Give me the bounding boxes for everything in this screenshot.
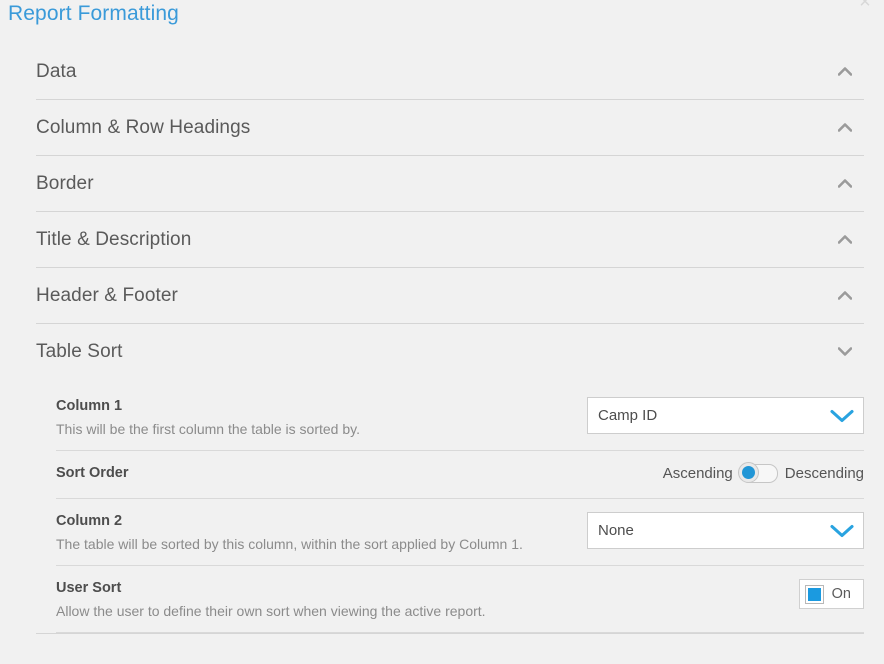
chevron-down-icon[interactable] [821,513,863,548]
setting-label-column-1: Column 1 [56,398,123,414]
section-header-header-footer[interactable]: Header & Footer [36,268,864,323]
page-title: Report Formatting [8,2,179,25]
column-2-select[interactable]: None [587,512,864,549]
section-title-data: Data [36,60,77,82]
setting-control-column-1: Camp ID [587,397,864,434]
section-title-header-footer: Header & Footer [36,284,178,306]
chevron-down-icon[interactable] [834,341,856,363]
setting-description-column-2: The table will be sorted by this column,… [56,536,523,552]
checkbox-checked-icon[interactable] [804,584,824,604]
setting-text-column-2: Column 2 The table will be sorted by thi… [56,512,523,554]
section-table-sort: Table Sort Column 1 This will be the fir… [36,324,864,634]
chevron-up-icon[interactable] [834,173,856,195]
section-title-column-row-headings: Column & Row Headings [36,116,251,138]
setting-text-user-sort: User Sort Allow the user to define their… [56,579,486,621]
chevron-up-icon[interactable] [834,229,856,251]
section-title-description: Title & Description [36,212,864,268]
setting-label-user-sort: User Sort [56,580,122,596]
setting-row-sort-order: Sort Order Ascending Descending [56,451,864,499]
section-title-border: Border [36,172,94,194]
setting-text-column-1: Column 1 This will be the first column t… [56,397,360,439]
section-title-title-description: Title & Description [36,228,192,250]
section-border: Border [36,156,864,212]
setting-control-sort-order: Ascending Descending [663,462,864,483]
column-2-select-value: None [598,522,634,539]
section-title-table-sort: Table Sort [36,340,123,362]
sort-order-switch-group: Ascending Descending [663,462,864,483]
setting-description-column-1: This will be the first column the table … [56,421,360,437]
setting-text-sort-order: Sort Order [56,464,129,487]
settings-accordion: Data Column & Row Headings Border Title … [36,44,864,634]
section-data: Data [36,44,864,100]
section-header-border[interactable]: Border [36,156,864,211]
user-sort-toggle-label: On [831,586,851,602]
section-header-table-sort[interactable]: Table Sort [36,324,864,379]
section-header-column-row-headings[interactable]: Column & Row Headings [36,100,864,155]
column-1-select[interactable]: Camp ID [587,397,864,434]
setting-row-column-2: Column 2 The table will be sorted by thi… [56,499,864,566]
section-header-title-description[interactable]: Title & Description [36,212,864,267]
user-sort-toggle[interactable]: On [798,579,864,609]
section-column-row-headings: Column & Row Headings [36,100,864,156]
setting-label-column-2: Column 2 [56,513,123,529]
column-1-select-value: Camp ID [598,407,658,424]
close-icon[interactable]: × [854,0,876,13]
report-formatting-dialog: × Report Formatting Data Column & Row He… [0,0,884,664]
section-header-data[interactable]: Data [36,44,864,99]
sort-order-option-descending[interactable]: Descending [785,465,864,482]
chevron-down-icon[interactable] [821,398,863,433]
setting-row-column-1: Column 1 This will be the first column t… [56,379,864,451]
setting-row-user-sort: User Sort Allow the user to define their… [56,566,864,633]
setting-control-column-2: None [587,512,864,549]
chevron-up-icon[interactable] [834,61,856,83]
chevron-up-icon[interactable] [834,285,856,307]
sort-order-option-ascending[interactable]: Ascending [663,465,733,482]
sort-order-toggle[interactable] [737,462,778,483]
setting-label-sort-order: Sort Order [56,465,129,481]
sort-order-toggle-knob [737,462,759,483]
setting-control-user-sort: On [798,579,864,609]
table-sort-settings: Column 1 This will be the first column t… [36,379,864,633]
section-header-footer: Header & Footer [36,268,864,324]
setting-description-user-sort: Allow the user to define their own sort … [56,603,486,619]
chevron-up-icon[interactable] [834,117,856,139]
